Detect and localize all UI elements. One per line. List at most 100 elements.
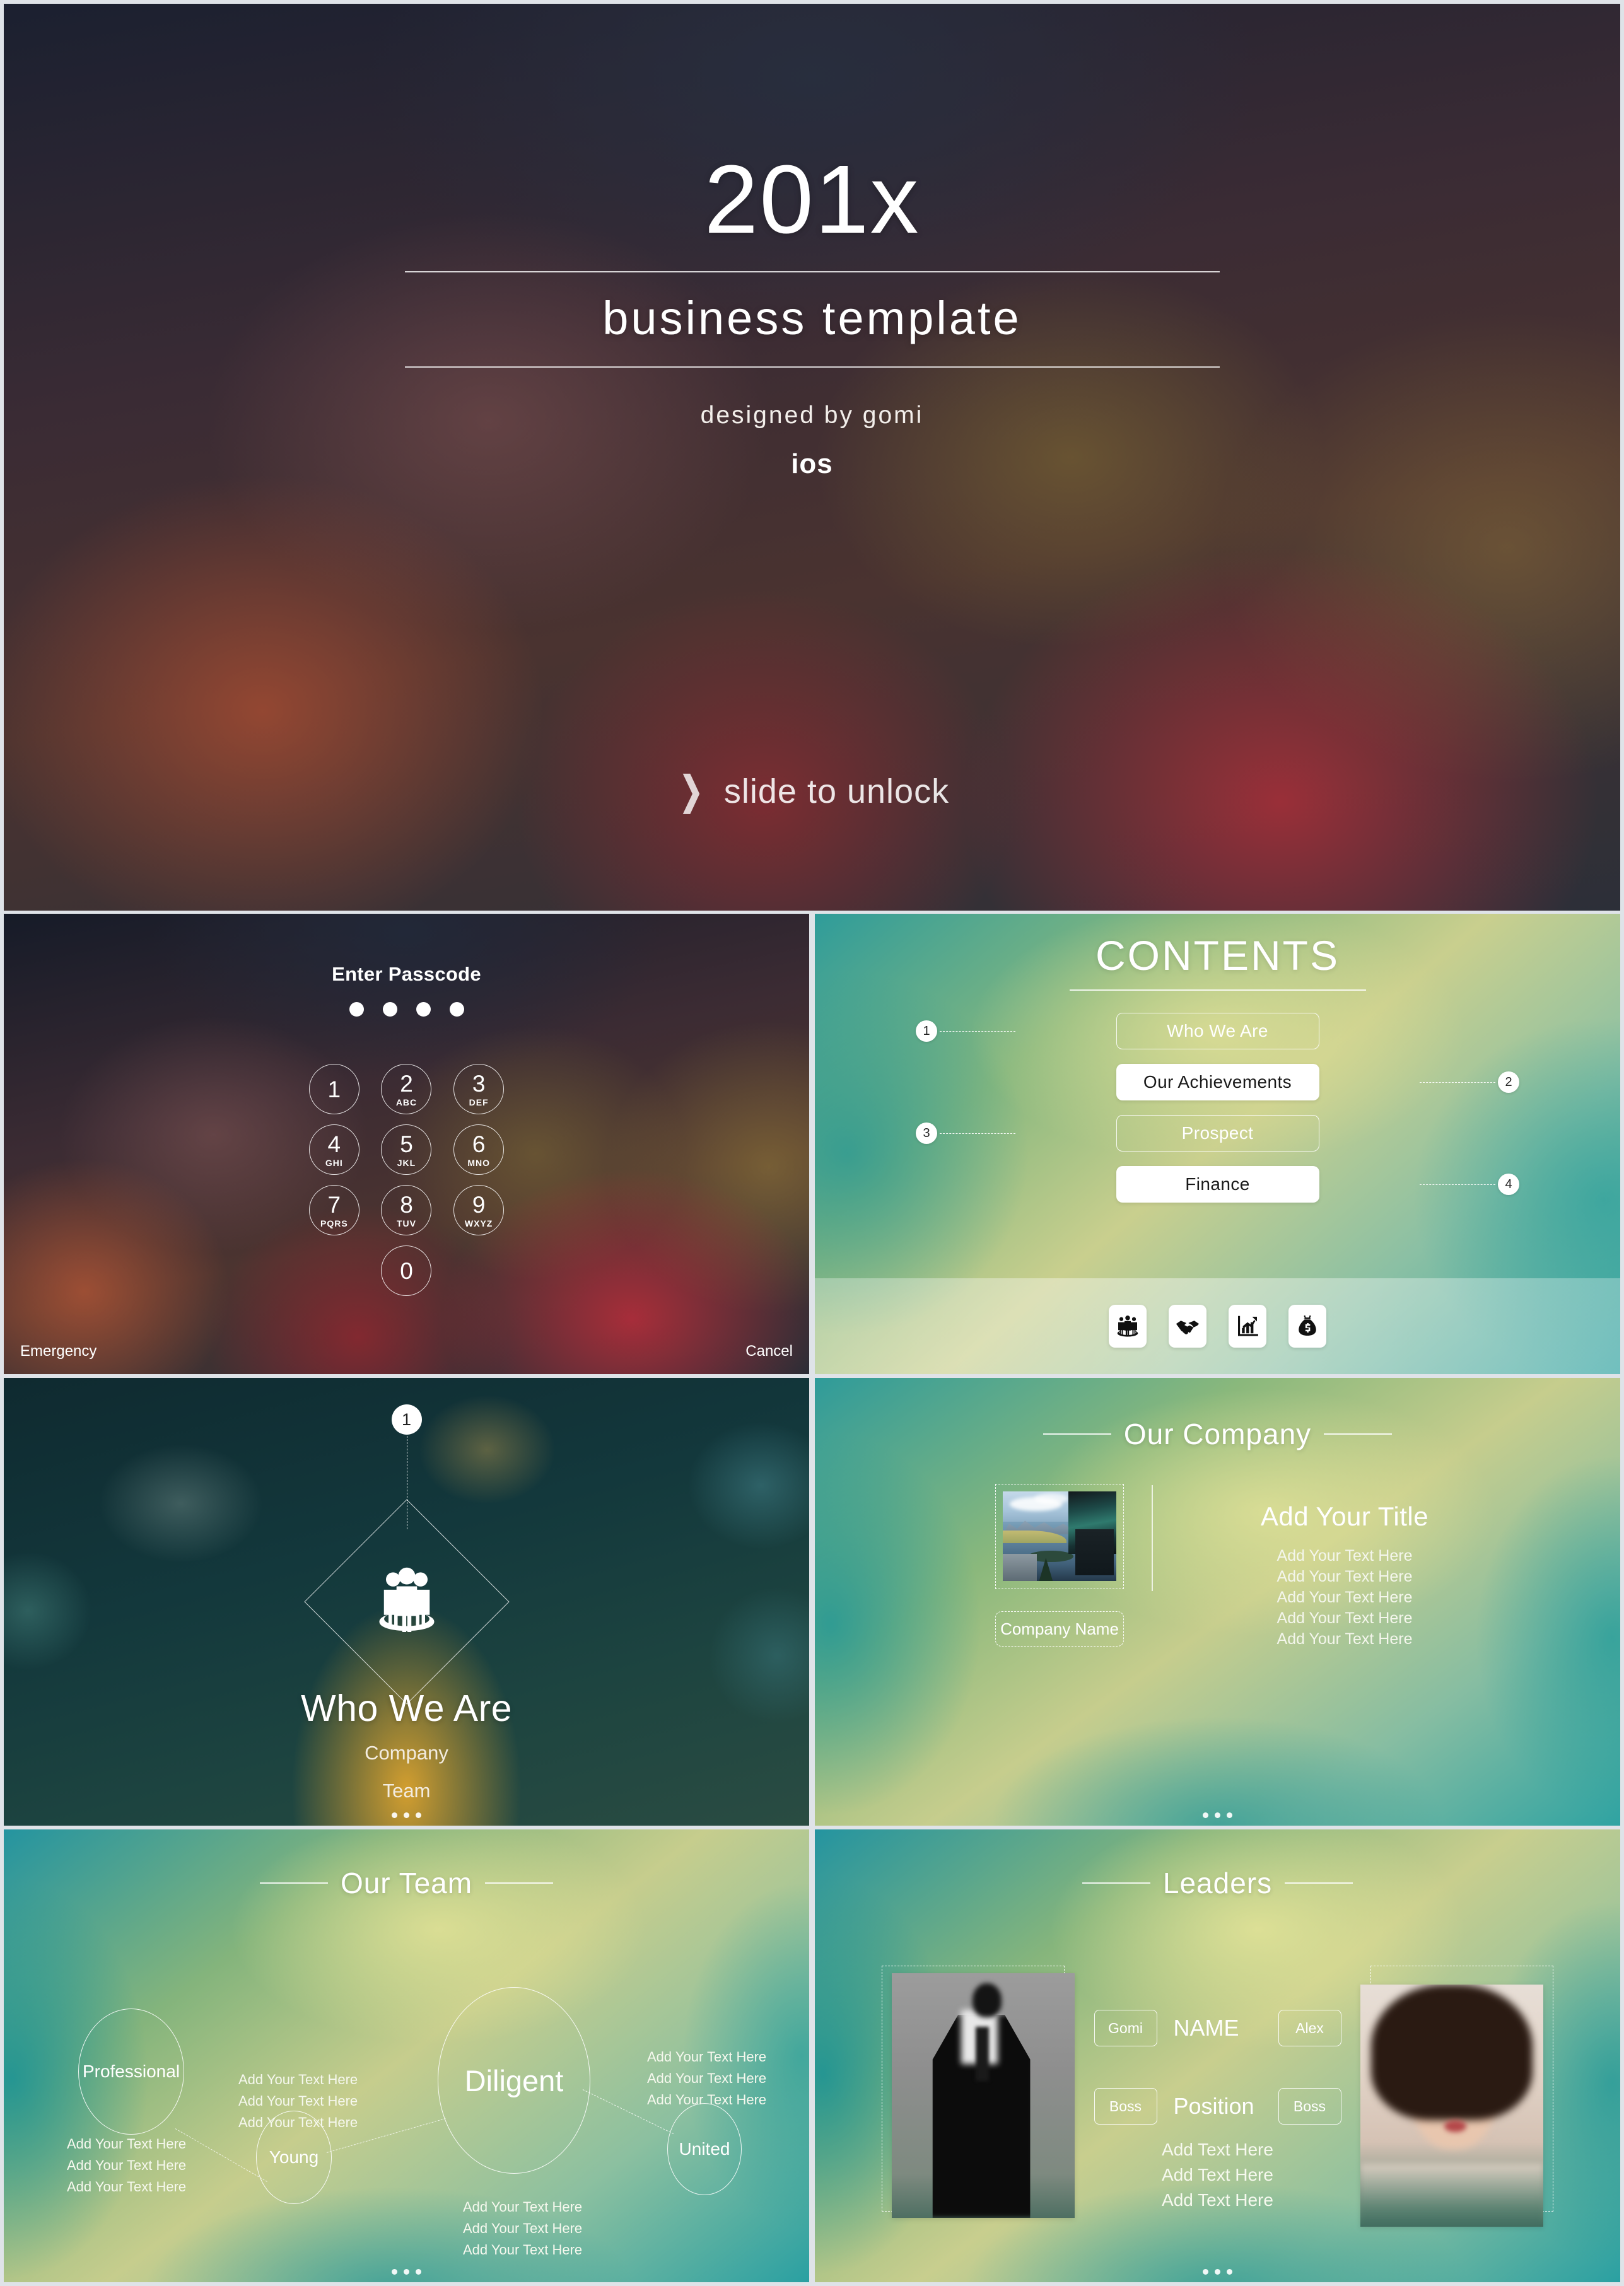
key-number: 8 bbox=[400, 1191, 413, 1218]
title-year: 201x bbox=[704, 145, 920, 254]
team-text-line: Add Your Text Here bbox=[238, 2072, 358, 2087]
team-node-united[interactable]: United bbox=[667, 2103, 742, 2195]
section-sub-1: Company bbox=[365, 1742, 448, 1764]
leader-body-line: Add Text Here bbox=[1162, 2140, 1273, 2159]
section-heading: Who We Are bbox=[300, 1688, 513, 1729]
team-node-professional[interactable]: Professional bbox=[78, 2009, 184, 2135]
emergency-button[interactable]: Emergency bbox=[20, 1343, 96, 1360]
slide-progress-dots bbox=[815, 1812, 1620, 1818]
team-text-line: Add Your Text Here bbox=[67, 2179, 187, 2195]
team-text-line: Add Your Text Here bbox=[647, 2049, 767, 2065]
slide-our-company[interactable]: Our Company Company Name Add Your Title … bbox=[815, 1378, 1620, 1826]
title-stack: 201x business template designed by gomi … bbox=[4, 145, 1620, 480]
key-number: 2 bbox=[400, 1070, 413, 1097]
contents-item-finance[interactable]: Finance bbox=[1116, 1166, 1319, 1203]
handshake-icon[interactable] bbox=[1169, 1305, 1206, 1348]
title-designed-by: designed by gomi bbox=[700, 401, 924, 429]
key-letters: WXYZ bbox=[464, 1218, 493, 1228]
header-rule-right bbox=[1285, 1882, 1353, 1884]
passcode-dot bbox=[382, 1002, 397, 1017]
key-number: 3 bbox=[472, 1070, 486, 1097]
slide-progress-dots bbox=[4, 2269, 809, 2275]
contents-item-prospect[interactable]: Prospect bbox=[1116, 1115, 1319, 1152]
contents-number-badge: 4 bbox=[1498, 1174, 1519, 1195]
name-label: NAME bbox=[1173, 2015, 1239, 2041]
key-number: 0 bbox=[400, 1257, 413, 1284]
slide-who-we-are-divider[interactable]: 1 Who We Are Company Team bbox=[4, 1378, 809, 1826]
left-name-pill[interactable]: Gomi bbox=[1094, 2010, 1157, 2046]
position-label: Position bbox=[1173, 2093, 1254, 2119]
right-position-pill[interactable]: Boss bbox=[1278, 2088, 1341, 2125]
contents-number-badge: 2 bbox=[1498, 1071, 1519, 1093]
team-text-line: Add Your Text Here bbox=[647, 2070, 767, 2087]
slide-passcode[interactable]: Enter Passcode 1 2 ABC 3 DEF 4 GHI 5 JKL 6 MNO 7 PQR… bbox=[4, 914, 809, 1374]
slide-our-team[interactable]: Our Team Professional Young Diligent Uni… bbox=[4, 1829, 809, 2282]
left-position-pill[interactable]: Boss bbox=[1094, 2088, 1157, 2125]
people-group-icon[interactable] bbox=[1109, 1305, 1147, 1348]
passcode-keypad[interactable]: 1 2 ABC 3 DEF 4 GHI 5 JKL 6 MNO 7 PQRS 8 TUV 9 WXYZ 0 bbox=[298, 1064, 515, 1296]
key-number: 4 bbox=[327, 1131, 341, 1157]
contents-dashed-connector bbox=[1420, 1184, 1495, 1185]
slide-to-unlock-control[interactable]: ❯ slide to unlock bbox=[4, 772, 1620, 811]
contents-rule bbox=[1069, 989, 1366, 991]
contents-number-badge: 1 bbox=[916, 1020, 937, 1042]
passcode-key-1[interactable]: 1 bbox=[308, 1064, 359, 1114]
header-rule-left bbox=[1082, 1882, 1150, 1884]
team-text-block-2: Add Your Text Here Add Your Text Here Add … bbox=[238, 2069, 358, 2133]
team-text-block-4: Add Your Text Here Add Your Text Here Add … bbox=[463, 2196, 582, 2261]
header-rule-right bbox=[1324, 1433, 1393, 1435]
leader-body-line: Add Text Here bbox=[1162, 2190, 1273, 2210]
slide-progress-dots bbox=[4, 1812, 809, 1818]
contents-item-our-achievements[interactable]: Our Achievements bbox=[1116, 1064, 1319, 1100]
vertical-divider bbox=[1152, 1485, 1153, 1591]
company-name-field[interactable]: Company Name bbox=[995, 1611, 1124, 1647]
team-node-label: United bbox=[679, 2139, 730, 2159]
passcode-key-0[interactable]: 0 bbox=[381, 1245, 432, 1296]
leader-body-lines: Add Text Here Add Text Here Add Text Here bbox=[815, 2137, 1620, 2212]
key-letters: JKL bbox=[397, 1157, 416, 1168]
passcode-dots bbox=[4, 1002, 809, 1017]
slide-contents[interactable]: CONTENTS 1 Who We Are 2 Our Achievements 3 Pr… bbox=[815, 914, 1620, 1374]
passcode-dot bbox=[349, 1002, 364, 1017]
key-letters: TUV bbox=[396, 1218, 416, 1228]
key-number: 5 bbox=[400, 1131, 413, 1157]
key-number: 1 bbox=[327, 1076, 341, 1102]
contents-item-list: 1 Who We Are 2 Our Achievements 3 Prospect 4 Fi… bbox=[815, 1010, 1620, 1214]
money-bag-icon[interactable] bbox=[1288, 1305, 1326, 1348]
team-text-line: Add Your Text Here bbox=[238, 2114, 358, 2131]
key-letters: PQRS bbox=[320, 1218, 348, 1228]
section-header: Our Company bbox=[815, 1417, 1620, 1451]
passcode-key-2[interactable]: 2 ABC bbox=[381, 1064, 432, 1114]
passcode-key-3[interactable]: 3 DEF bbox=[453, 1064, 505, 1114]
contents-number-badge: 3 bbox=[916, 1123, 937, 1144]
team-node-diligent[interactable]: Diligent bbox=[438, 1987, 590, 2174]
contents-item-who-we-are[interactable]: Who We Are bbox=[1116, 1013, 1319, 1049]
title-os-label: ios bbox=[791, 448, 833, 479]
passcode-key-7[interactable]: 7 PQRS bbox=[308, 1185, 359, 1235]
leader-position-row: Boss Position Boss bbox=[815, 2088, 1620, 2125]
key-number: 7 bbox=[327, 1191, 341, 1218]
bar-chart-growth-icon[interactable] bbox=[1229, 1305, 1266, 1348]
team-node-label: Professional bbox=[82, 2061, 180, 2081]
company-photo bbox=[1003, 1491, 1116, 1581]
passcode-key-6[interactable]: 6 MNO bbox=[453, 1124, 505, 1175]
passcode-key-5[interactable]: 5 JKL bbox=[381, 1124, 432, 1175]
section-title: Leaders bbox=[1162, 1867, 1273, 1899]
cancel-button[interactable]: Cancel bbox=[745, 1343, 793, 1360]
leader-name-row: Gomi NAME Alex bbox=[815, 2010, 1620, 2046]
slide-leaders[interactable]: Leaders Gomi NAME Alex Boss Position Bos… bbox=[815, 1829, 1620, 2282]
connector-line bbox=[175, 2128, 267, 2182]
team-node-label: Diligent bbox=[464, 2063, 564, 2097]
key-letters: DEF bbox=[469, 1097, 489, 1107]
body-text-line: Add Your Text Here bbox=[1276, 1589, 1413, 1606]
passcode-key-4[interactable]: 4 GHI bbox=[308, 1124, 359, 1175]
passcode-footer: Emergency Cancel bbox=[20, 1343, 793, 1360]
passcode-key-8[interactable]: 8 TUV bbox=[381, 1185, 432, 1235]
body-text-line: Add Your Text Here bbox=[1276, 1630, 1413, 1648]
right-name-pill[interactable]: Alex bbox=[1278, 2010, 1341, 2046]
team-text-line: Add Your Text Here bbox=[463, 2199, 583, 2215]
people-group-icon bbox=[370, 1565, 443, 1638]
team-text-line: Add Your Text Here bbox=[67, 2136, 187, 2152]
slide-title-lockscreen[interactable]: 201x business template designed by gomi … bbox=[4, 4, 1620, 911]
passcode-key-9[interactable]: 9 WXYZ bbox=[453, 1185, 505, 1235]
